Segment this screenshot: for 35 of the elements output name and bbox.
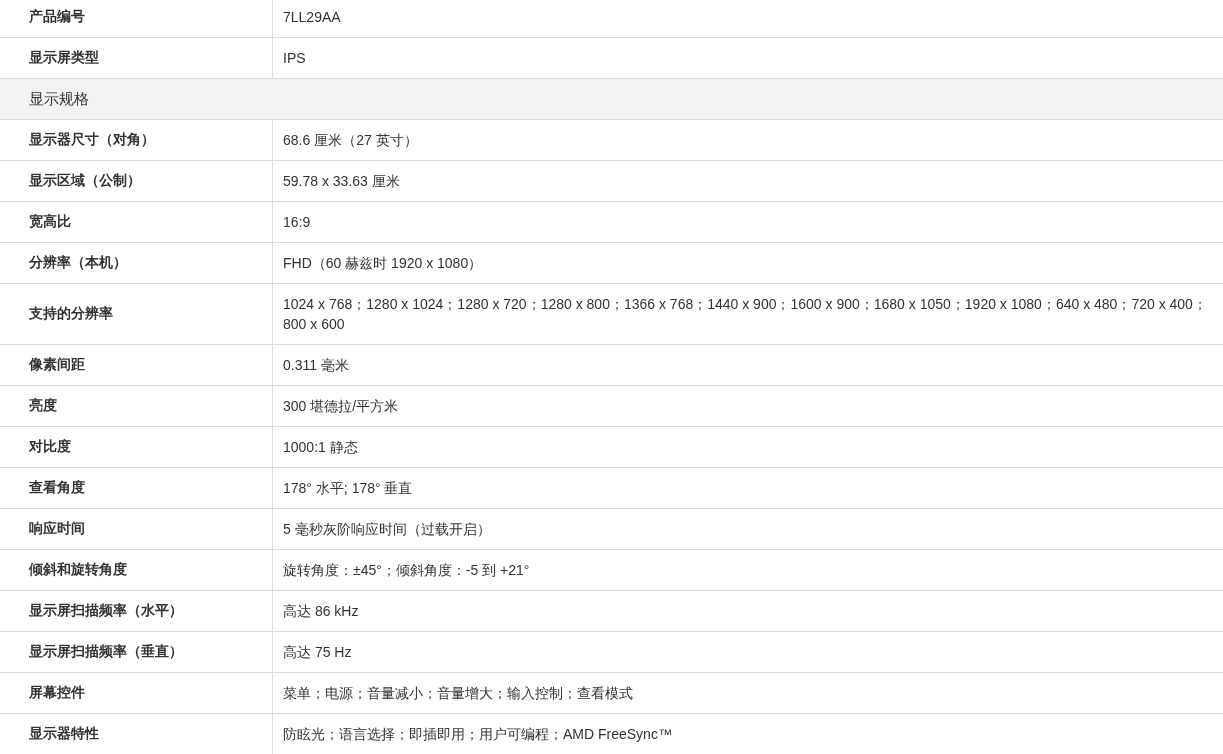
spec-value: 高达 75 Hz <box>282 643 353 662</box>
spec-value: 16:9 <box>282 213 312 232</box>
spec-label: 支持的分辨率 <box>0 284 273 344</box>
spec-label: 分辨率（本机） <box>0 243 273 283</box>
spec-label: 屏幕控件 <box>0 673 273 713</box>
spec-value: 0.311 毫米 <box>282 356 350 375</box>
spec-value: 旋转角度：±45°；倾斜角度：-5 到 +21° <box>282 561 531 580</box>
spec-label: 像素间距 <box>0 345 273 385</box>
spec-label: 查看角度 <box>0 468 273 508</box>
spec-label: 显示区域（公制） <box>0 161 273 201</box>
spec-label: 显示屏扫描频率（垂直） <box>0 632 273 672</box>
spec-value: 1000:1 静态 <box>282 438 359 457</box>
spec-value: IPS <box>282 49 307 68</box>
spec-label: 产品编号 <box>0 0 273 37</box>
spec-label: 宽高比 <box>0 202 273 242</box>
spec-value: FHD（60 赫兹时 1920 x 1080） <box>282 254 484 273</box>
section-title: 显示规格 <box>29 89 89 109</box>
spec-value: 5 毫秒灰阶响应时间（过载开启） <box>282 520 492 539</box>
spec-value: 防眩光；语言选择；即插即用；用户可编程；AMD FreeSync™ <box>282 725 673 744</box>
spec-value: 59.78 x 33.63 厘米 <box>282 172 401 191</box>
spec-value: 1024 x 768；1280 x 1024；1280 x 720；1280 x 800；1366 x 768；1440 x 900；1600 x 900；1680 x 1050；1920 x 1080；640 x 480；720 x 400；800 x 600 <box>282 295 1208 334</box>
spec-label: 显示器尺寸（对角） <box>0 120 273 160</box>
spec-label: 显示屏扫描频率（水平） <box>0 591 273 631</box>
spec-label: 亮度 <box>0 386 273 426</box>
spec-label: 倾斜和旋转角度 <box>0 550 273 590</box>
spec-value: 178° 水平; 178° 垂直 <box>282 479 414 498</box>
spec-value: 高达 86 kHz <box>282 602 360 621</box>
spec-value: 7LL29AA <box>282 8 342 27</box>
spec-value: 菜单；电源；音量减小；音量增大；输入控制；查看模式 <box>282 684 634 703</box>
spec-label: 显示器特性 <box>0 714 273 754</box>
spec-label: 对比度 <box>0 427 273 467</box>
spec-label: 响应时间 <box>0 509 273 549</box>
spec-label: 显示屏类型 <box>0 38 273 78</box>
spec-value: 300 堪德拉/平方米 <box>282 397 400 416</box>
spec-value: 68.6 厘米（27 英寸） <box>282 131 419 150</box>
